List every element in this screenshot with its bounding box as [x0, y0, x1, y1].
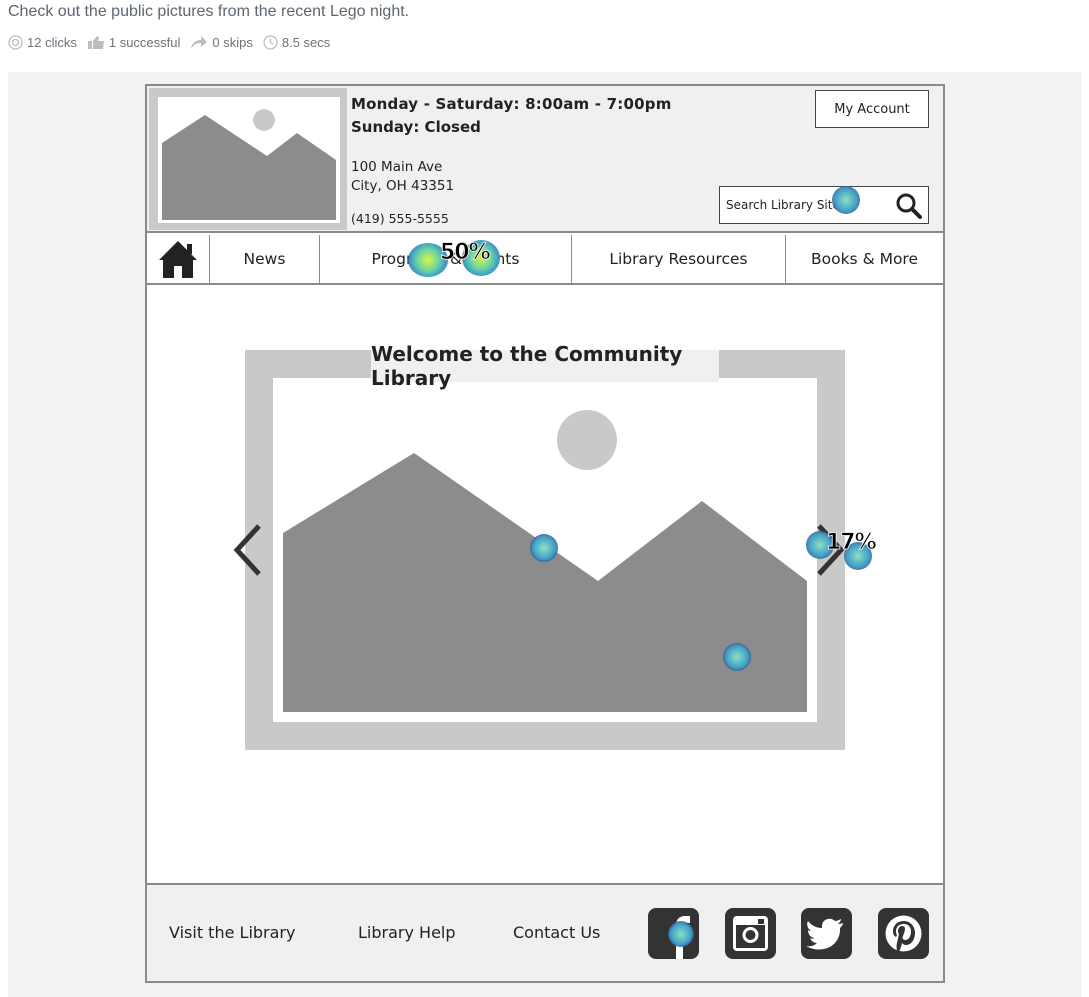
share-arrow-icon: [191, 35, 208, 49]
clicks-count: 12 clicks: [27, 34, 77, 50]
hours-weekday: Monday - Saturday: 8:00am - 7:00pm: [351, 95, 672, 113]
thumbs-up-icon: [87, 35, 104, 49]
target-icon: [8, 34, 23, 50]
hours-sunday: Sunday: Closed: [351, 118, 481, 136]
chevron-left-icon: [233, 524, 261, 576]
time-value: 8.5 secs: [281, 34, 331, 50]
hero-title: Welcome to the Community Library: [371, 342, 719, 390]
address-line2: City, OH 43351: [351, 178, 455, 194]
clock-icon: [263, 34, 278, 50]
task-title: Check out the public pictures from the r…: [8, 3, 410, 20]
home-icon: [159, 241, 197, 278]
successful-count: 1 successful: [108, 34, 181, 50]
image-placeholder-icon: [158, 97, 340, 223]
time-stat: 8.5 secs: [263, 35, 330, 50]
carousel-prev-button[interactable]: [231, 522, 265, 578]
search-placeholder: Search Library Site: [726, 198, 840, 212]
click-heat-spot: [530, 534, 558, 562]
search-icon[interactable]: [895, 192, 923, 224]
site-header: Monday - Saturday: 8:00am - 7:00pm Sunda…: [147, 86, 943, 233]
skips-count: 0 skips: [212, 34, 253, 50]
skips-stat: 0 skips: [190, 34, 253, 50]
address-line1: 100 Main Ave: [351, 159, 443, 175]
main-nav: News Programs & Events Library Resources…: [147, 235, 943, 285]
instagram-icon: [733, 916, 768, 951]
phone-number: (419) 555-5555: [351, 211, 449, 226]
click-heat-spot: [832, 186, 860, 214]
heat-percentage-label: 17%: [826, 530, 877, 556]
twitter-button[interactable]: [801, 908, 852, 959]
heat-percentage-label: 50%: [440, 240, 491, 266]
nav-books-more[interactable]: Books & More: [786, 235, 943, 283]
pinterest-icon: [885, 915, 922, 952]
footer-help-link[interactable]: Library Help: [358, 923, 456, 942]
task-stats: 12 clicks 1 successful 0 skips 8.5 secs: [8, 33, 340, 51]
twitter-icon: [806, 918, 843, 950]
search-input[interactable]: Search Library Site: [719, 186, 929, 224]
nav-news[interactable]: News: [210, 235, 320, 283]
site-footer: Visit the Library Library Help Contact U…: [147, 883, 943, 981]
successful-stat: 1 successful: [87, 34, 181, 50]
logo-image-placeholder[interactable]: [149, 88, 347, 230]
click-heat-spot: [723, 643, 751, 671]
nav-library-resources[interactable]: Library Resources: [572, 235, 786, 283]
footer-contact-link[interactable]: Contact Us: [513, 923, 600, 942]
instagram-button[interactable]: [725, 908, 776, 959]
footer-visit-link[interactable]: Visit the Library: [169, 923, 295, 942]
my-account-button[interactable]: My Account: [815, 90, 929, 128]
nav-home[interactable]: [147, 235, 210, 283]
clicks-stat: 12 clicks: [8, 35, 77, 50]
click-heat-spot: [668, 921, 694, 947]
pinterest-button[interactable]: [878, 908, 929, 959]
